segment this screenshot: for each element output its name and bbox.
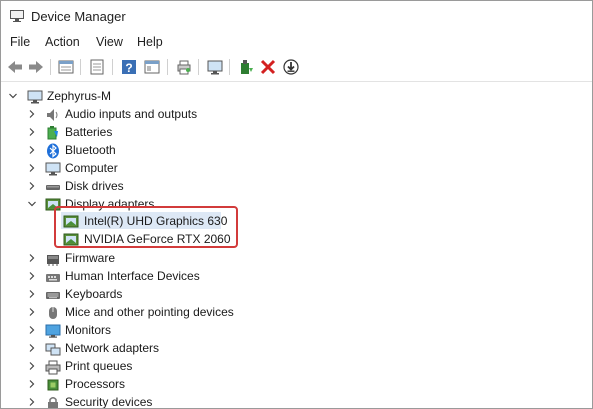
tree-item-firmware[interactable]: Firmware [1,250,592,268]
speaker-icon [47,109,58,121]
monitor-icon[interactable] [206,58,224,76]
tree-item-monitors[interactable]: Monitors [1,322,592,340]
tree-item-label: Audio inputs and outputs [65,107,198,121]
tree-item-mice[interactable]: Mice and other pointing devices [1,304,592,322]
printer-icon [45,360,61,375]
forward-arrow-icon[interactable] [27,58,45,76]
toolbar: ? [1,55,592,79]
tree-item-audio[interactable]: Audio inputs and outputs [1,106,592,124]
tree-item-print-queues[interactable]: Print queues [1,358,592,376]
menu-view[interactable]: View [96,35,123,49]
device-manager-icon [10,10,24,22]
toolbar-separator [229,59,230,75]
menu-bar: File Action View Help [1,33,592,53]
tree-item-label: Network adapters [65,341,160,355]
keyboard-icon [46,292,60,299]
chevron-right-icon[interactable] [27,307,37,317]
menu-action[interactable]: Action [45,35,80,49]
menu-file[interactable]: File [10,35,30,49]
tree-item-label: Mice and other pointing devices [65,305,234,319]
disk-drive-icon [46,185,60,190]
update-driver-icon[interactable] [237,58,255,76]
properties-icon[interactable] [57,58,75,76]
tree-item-security-devices[interactable]: Security devices [1,394,592,409]
tree-item-network-adapters[interactable]: Network adapters [1,340,592,358]
processor-icon [47,379,59,391]
annotation-highlight-box [54,206,238,248]
tree-item-label: Bluetooth [65,143,116,157]
scan-download-icon[interactable] [282,58,300,76]
firmware-icon [47,255,59,266]
chevron-down-icon[interactable] [8,91,18,101]
computer-icon [45,162,61,176]
chevron-down-icon[interactable] [27,199,37,209]
tree-root-label: Zephyrus-M [47,89,112,103]
tree-item-label: Security devices [65,395,153,409]
tree-item-label: Disk drives [65,179,124,193]
device-manager-window: Device Manager File Action View Help ? Z… [0,0,593,409]
chevron-right-icon[interactable] [27,181,37,191]
toolbar-separator [112,59,113,75]
tree-item-label: Firmware [65,251,115,265]
chevron-right-icon[interactable] [27,361,37,371]
tree-item-disk-drives[interactable]: Disk drives [1,178,592,196]
tree-item-label: Computer [65,161,118,175]
chevron-right-icon[interactable] [27,271,37,281]
tree-item-label: Batteries [65,125,113,139]
tree-item-label: Print queues [65,359,133,373]
toolbar-separator [198,59,199,75]
title-bar: Device Manager [1,1,592,33]
computer-icon [27,90,43,104]
uninstall-icon[interactable] [259,58,277,76]
chevron-right-icon[interactable] [27,127,37,137]
security-device-icon [48,397,58,408]
chevron-right-icon[interactable] [27,145,37,155]
chevron-right-icon[interactable] [27,379,37,389]
help-icon[interactable]: ? [120,58,138,76]
chevron-right-icon[interactable] [27,163,37,173]
window-title: Device Manager [31,9,126,24]
hid-icon [46,274,60,282]
tree-item-label: Processors [65,377,126,391]
tree-item-batteries[interactable]: Batteries [1,124,592,142]
toolbar-separator [167,59,168,75]
chevron-right-icon[interactable] [27,289,37,299]
tree-item-label: Keyboards [65,287,123,301]
tree-item-label: Monitors [65,323,112,337]
tree-item-bluetooth[interactable]: Bluetooth [1,142,592,160]
bluetooth-icon [47,143,59,159]
toolbar-separator [80,59,81,75]
show-hidden-icon[interactable] [88,58,106,76]
action-icon[interactable] [143,58,161,76]
chevron-right-icon[interactable] [27,109,37,119]
battery-icon [47,126,58,140]
back-arrow-icon[interactable] [6,58,24,76]
menu-help[interactable]: Help [137,35,163,49]
mouse-icon [49,307,57,319]
tree-item-hid[interactable]: Human Interface Devices [1,268,592,286]
chevron-right-icon[interactable] [27,325,37,335]
tree-item-keyboards[interactable]: Keyboards [1,286,592,304]
svg-text:?: ? [125,61,132,75]
tree-item-processors[interactable]: Processors [1,376,592,394]
tree-item-label: Human Interface Devices [65,269,200,283]
network-adapter-icon [45,343,61,356]
chevron-right-icon[interactable] [27,397,37,407]
print-icon[interactable] [175,58,193,76]
toolbar-separator [50,59,51,75]
monitor-icon [45,324,61,338]
tree-root[interactable]: Zephyrus-M [1,88,592,106]
chevron-right-icon[interactable] [27,343,37,353]
tree-item-computer[interactable]: Computer [1,160,592,178]
chevron-right-icon[interactable] [27,253,37,263]
